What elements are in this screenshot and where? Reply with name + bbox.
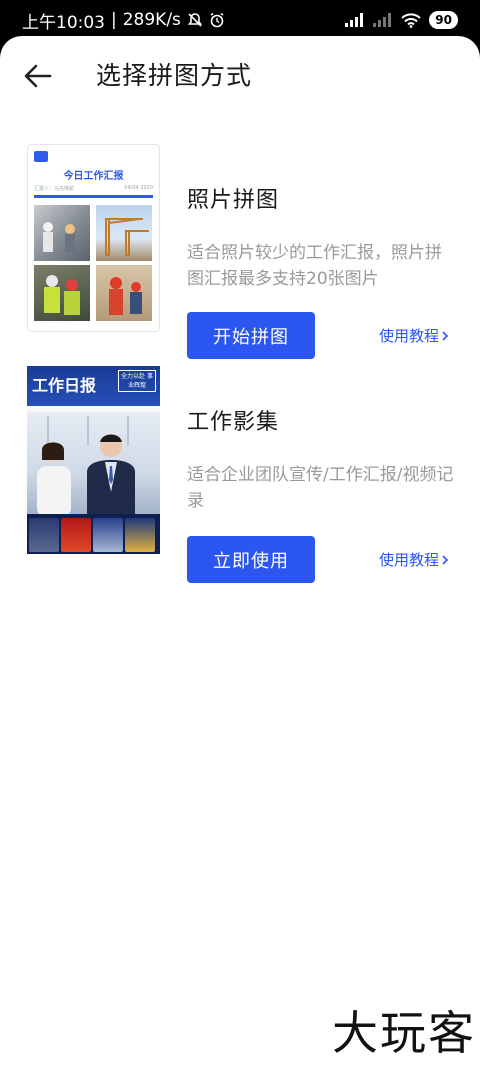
tutorial-label: 使用教程 [379, 551, 440, 569]
thumb-tag: 全力以赴 事业辉煌 [118, 370, 156, 392]
card-title: 照片拼图 [187, 188, 280, 213]
card-title: 工作影集 [187, 410, 280, 435]
page-title: 选择拼图方式 [96, 61, 253, 90]
mini-thumb [61, 518, 91, 552]
logo-icon [34, 151, 48, 162]
card-description: 适合照片较少的工作汇报，照片拼图汇报最多支持20张图片 [187, 243, 442, 289]
alarm-icon [209, 12, 225, 28]
chevron-right-icon [442, 554, 449, 565]
bell-muted-icon [187, 12, 203, 28]
chevron-right-icon [442, 330, 449, 341]
thumb-date: 04/04 2020 [124, 185, 153, 191]
photo-crane [96, 205, 152, 261]
arrow-left-icon [24, 64, 52, 88]
status-bar: 上午10:03 | 289K/s 90 [0, 0, 480, 40]
card-description: 适合企业团队宣传/工作汇报/视频记录 [187, 465, 454, 511]
photo-worksite-1 [34, 205, 90, 261]
thumb-title: 今日工作汇报 [63, 171, 124, 182]
signal-icon [345, 13, 365, 27]
main-sheet: 选择拼图方式 今日工作汇报 汇报人：马先锋航 04/04 2020 照片拼图 适… [0, 36, 480, 1067]
tutorial-label: 使用教程 [379, 327, 440, 345]
network-speed: 289K/s [122, 10, 181, 30]
album-thumbnail: 工作日报 全力以赴 事业辉煌 [27, 366, 160, 554]
status-time: 上午10:03 [22, 12, 105, 33]
mini-thumb [125, 518, 155, 552]
start-collage-button[interactable]: 开始拼图 [187, 312, 315, 359]
person-woman [31, 436, 77, 518]
card-work-album: 工作日报 全力以赴 事业辉煌 工作影集 适合企业团队宣传/工作汇报/视频记录 立… [0, 366, 480, 583]
watermark: 大玩客 [332, 1006, 476, 1060]
mini-thumb [93, 518, 123, 552]
thumb-title: 工作日报 [32, 376, 97, 395]
photo-workers-vests [34, 265, 90, 321]
tutorial-link[interactable]: 使用教程 [379, 549, 449, 570]
collage-thumbnail: 今日工作汇报 汇报人：马先锋航 04/04 2020 [27, 144, 160, 332]
person-man [79, 428, 141, 518]
header: 选择拼图方式 [0, 36, 480, 112]
mini-thumb [29, 518, 59, 552]
divider [34, 195, 153, 198]
card-photo-collage: 今日工作汇报 汇报人：马先锋航 04/04 2020 照片拼图 适合照片较少的工… [0, 144, 480, 359]
use-now-button[interactable]: 立即使用 [187, 536, 315, 583]
tutorial-link[interactable]: 使用教程 [379, 325, 449, 346]
photo-red-helmets [96, 265, 152, 321]
battery-icon: 90 [429, 11, 458, 29]
wifi-icon [401, 12, 421, 28]
thumb-reporter: 汇报人：马先锋航 [34, 186, 75, 192]
signal-icon-2 [373, 13, 393, 27]
back-button[interactable] [18, 56, 58, 96]
